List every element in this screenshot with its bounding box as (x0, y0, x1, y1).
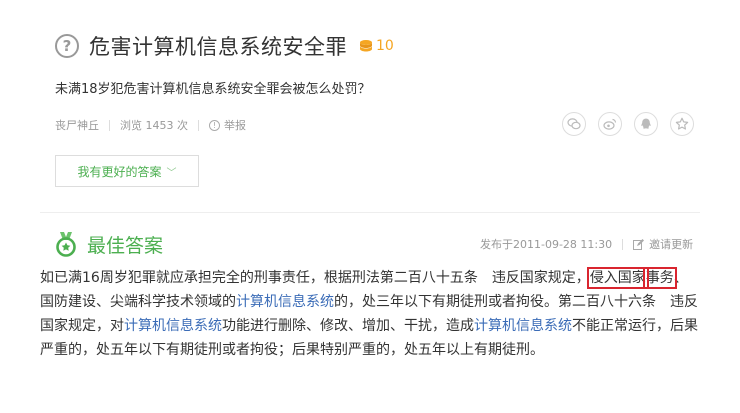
question-mark-icon: ? (55, 34, 79, 58)
qq-icon (641, 118, 651, 129)
report-link[interactable]: 举报 (224, 117, 246, 133)
wechat-icon (567, 118, 581, 130)
meta-separator (109, 119, 110, 131)
answer-text: 如已满16周岁犯罪就应承担完全的刑事责任，根据刑法第二百八十五条 违反国家规定， (40, 270, 590, 286)
chevron-down-icon: ﹀ (166, 167, 177, 179)
best-answer-header: 最佳答案 (55, 229, 163, 259)
coin-icon (360, 40, 372, 52)
share-weibo-button[interactable] (598, 112, 622, 136)
question-page: ? 危害计算机信息系统安全罪 10 未满18岁犯危害计算机信息系统安全罪会被怎么… (0, 0, 740, 413)
highlighted-text: 侵入国家 (586, 267, 649, 289)
keyword-link[interactable]: 计算机信息系统 (124, 318, 222, 334)
keyword-link[interactable]: 计算机信息系统 (474, 318, 572, 334)
answer-published-time: 发布于2011-09-28 11:30 (480, 238, 613, 251)
answer-text: 功能进行删除、修改、增加、干扰，造成 (222, 318, 474, 334)
best-answer-label: 最佳答案 (87, 234, 164, 257)
meta-separator (198, 119, 199, 131)
answer-meta: 发布于2011-09-28 11:30 邀请更新 (480, 236, 693, 252)
asker-name[interactable]: 丧尸神丘 (55, 117, 99, 133)
share-wechat-button[interactable] (562, 112, 586, 136)
medal-icon (56, 232, 76, 257)
invite-update-link[interactable]: 邀请更新 (649, 236, 693, 252)
view-count: 浏览 1453 次 (120, 119, 188, 132)
favorite-button[interactable] (670, 112, 694, 136)
better-answer-label: 我有更好的答案 (77, 164, 162, 179)
keyword-link[interactable]: 计算机信息系统 (236, 294, 334, 310)
edit-icon (633, 238, 645, 250)
better-answer-button[interactable]: 我有更好的答案 ﹀ (55, 155, 199, 187)
star-icon (675, 117, 689, 130)
share-qq-button[interactable] (634, 112, 658, 136)
meta-separator (622, 238, 624, 250)
highlighted-text: 事务 (642, 267, 677, 289)
weibo-icon (603, 118, 617, 130)
share-buttons (562, 112, 706, 136)
question-title: 危害计算机信息系统安全罪 (89, 35, 347, 59)
answer-content: 如已满16周岁犯罪就应承担完全的刑事责任，根据刑法第二百八十五条 违反国家规定，… (40, 266, 700, 362)
question-meta: 丧尸神丘 浏览 1453 次 ! 举报 (55, 117, 246, 133)
question-description: 未满18岁犯危害计算机信息系统安全罪会被怎么处罚？ (55, 82, 371, 97)
section-divider (40, 212, 700, 213)
question-header: ? 危害计算机信息系统安全罪 10 (55, 30, 394, 62)
reward-value: 10 (376, 38, 394, 54)
report-icon: ! (209, 119, 220, 131)
